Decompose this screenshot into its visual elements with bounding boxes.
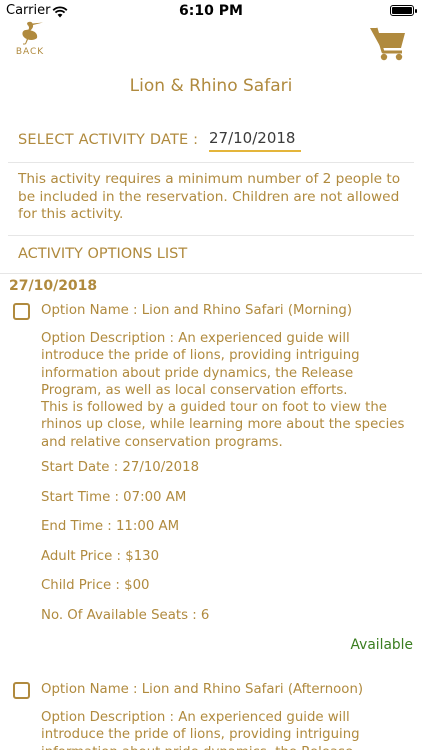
divider (8, 235, 414, 236)
back-label: BACK (15, 47, 45, 57)
option-adult-price: Adult Price : $130 (41, 549, 160, 564)
options-list-header: ACTIVITY OPTIONS LIST (18, 246, 188, 262)
activity-date-label: SELECT ACTIVITY DATE : (18, 132, 199, 148)
battery-icon (390, 5, 417, 16)
heron-bird-icon (12, 20, 48, 46)
activity-date-field[interactable] (209, 129, 301, 152)
status-bar: Carrier 6:10 PM (0, 0, 422, 22)
divider (8, 162, 414, 163)
back-button[interactable]: BACK (12, 20, 48, 58)
shopping-cart-icon (368, 27, 408, 66)
option-checkbox[interactable] (13, 682, 30, 699)
requirement-text: This activity requires a minimum number … (18, 171, 401, 222)
option-end-time: End Time : 11:00 AM (41, 519, 180, 534)
divider (0, 273, 422, 274)
option-name: Option Name : Lion and Rhino Safari (Aft… (41, 682, 364, 697)
option-group-date: 27/10/2018 (9, 278, 98, 294)
option-name: Option Name : Lion and Rhino Safari (Mor… (41, 303, 353, 318)
option-description-text: Option Description : An experienced guid… (41, 710, 360, 750)
option-available-seats: No. Of Available Seats : 6 (41, 608, 210, 623)
option-description: Option Description : An experienced guid… (41, 709, 416, 750)
page-title: Lion & Rhino Safari (129, 76, 293, 96)
activity-date-row: SELECT ACTIVITY DATE : (18, 128, 412, 158)
cart-button[interactable] (368, 24, 408, 62)
option-start-time: Start Time : 07:00 AM (41, 490, 187, 505)
option-description: Option Description : An experienced guid… (41, 330, 416, 451)
option-child-price: Child Price : $00 (41, 578, 150, 593)
clock-time: 6:10 PM (179, 3, 243, 19)
option-availability-status: Available (350, 637, 413, 653)
option-start-date: Start Date : 27/10/2018 (41, 460, 200, 475)
option-checkbox[interactable] (13, 303, 30, 320)
option-description-text: Option Description : An experienced guid… (41, 331, 405, 450)
